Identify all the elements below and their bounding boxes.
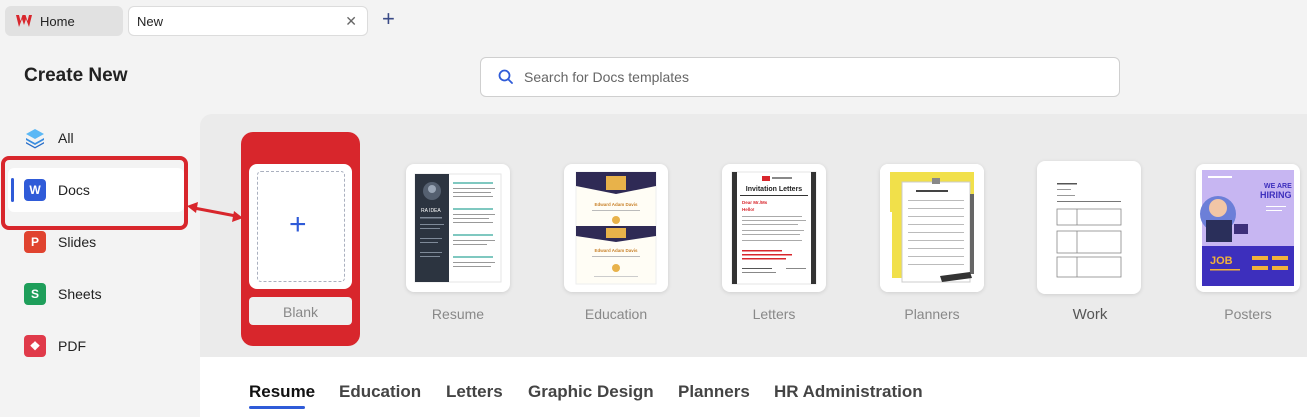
search-icon: [498, 69, 513, 84]
sidebar-item-all[interactable]: All: [8, 116, 184, 160]
resume-thumbnail: RA IDEA: [414, 173, 502, 283]
posters-line2: HIRING: [1260, 190, 1292, 200]
template-card-education[interactable]: Edward Adam Davis Edward Adam Davis: [564, 164, 668, 292]
tab-new[interactable]: New ✕: [128, 6, 368, 36]
template-label-letters: Letters: [752, 306, 796, 322]
close-icon[interactable]: ✕: [345, 14, 357, 28]
pdf-icon: ❖: [24, 335, 46, 357]
template-card-posters[interactable]: WE ARE HIRING JOB: [1196, 164, 1300, 292]
letters-thumbnail: Invitation Letters Dear Mr./Ms Hello!: [731, 171, 817, 285]
education-thumbnail: Edward Adam Davis Edward Adam Davis: [575, 171, 657, 285]
category-tab-letters[interactable]: Letters: [446, 382, 503, 402]
posters-job: JOB: [1210, 255, 1233, 267]
letters-greeting: Dear Mr./Ms: [742, 200, 768, 205]
resume-name: RA IDEA: [421, 208, 441, 214]
category-active-underline: [249, 406, 305, 409]
double-arrow-icon: [187, 202, 243, 222]
posters-thumbnail: WE ARE HIRING JOB: [1200, 170, 1294, 286]
category-tab-education[interactable]: Education: [339, 382, 421, 402]
sidebar-item-label: PDF: [58, 338, 86, 354]
tab-home-label: Home: [40, 13, 75, 29]
search-input[interactable]: [524, 69, 1084, 85]
category-tab-graphic-design[interactable]: Graphic Design: [528, 382, 654, 402]
letters-title: Invitation Letters: [746, 186, 803, 193]
template-label-work: Work: [1072, 306, 1108, 323]
sheets-icon: S: [24, 283, 46, 305]
tab-bar: Home New ✕ +: [0, 0, 1307, 40]
search-box[interactable]: [480, 57, 1120, 97]
planners-thumbnail: [880, 164, 984, 292]
template-label-resume: Resume: [431, 306, 485, 322]
slides-icon: P: [24, 231, 46, 253]
category-tab-planners[interactable]: Planners: [678, 382, 750, 402]
template-card-work[interactable]: [1037, 161, 1141, 294]
add-tab-icon[interactable]: +: [382, 8, 395, 30]
layers-icon: [26, 129, 44, 149]
page-title: Create New: [24, 65, 128, 86]
sidebar-item-label: All: [58, 130, 74, 146]
template-card-resume[interactable]: RA IDEA: [406, 164, 510, 292]
category-tab-resume[interactable]: Resume: [249, 382, 315, 402]
work-thumbnail: [1051, 175, 1127, 281]
template-card-planners[interactable]: [880, 164, 984, 292]
template-label-posters: Posters: [1224, 306, 1272, 322]
plus-icon: +: [289, 208, 307, 241]
sidebar-item-pdf[interactable]: ❖ PDF: [8, 324, 184, 368]
tab-new-label: New: [137, 13, 164, 29]
template-label-education: Education: [584, 306, 648, 322]
sidebar-item-sheets[interactable]: S Sheets: [8, 272, 184, 316]
sidebar-item-label: Sheets: [58, 286, 102, 302]
category-tab-hr-administration[interactable]: HR Administration: [774, 382, 923, 402]
tab-home[interactable]: Home: [5, 6, 123, 36]
posters-line1: WE ARE: [1264, 183, 1292, 190]
letters-hello: Hello!: [742, 207, 755, 212]
sidebar-item-label: Slides: [58, 234, 97, 250]
education-name-2: Edward Adam Davis: [594, 248, 638, 253]
wps-logo-icon: [16, 15, 32, 27]
highlight-box: [1, 156, 188, 230]
education-name-1: Edward Adam Davis: [594, 202, 638, 207]
template-card-letters[interactable]: Invitation Letters Dear Mr./Ms Hello!: [722, 164, 826, 292]
blank-label: Blank: [282, 304, 319, 320]
template-label-planners: Planners: [904, 306, 960, 322]
